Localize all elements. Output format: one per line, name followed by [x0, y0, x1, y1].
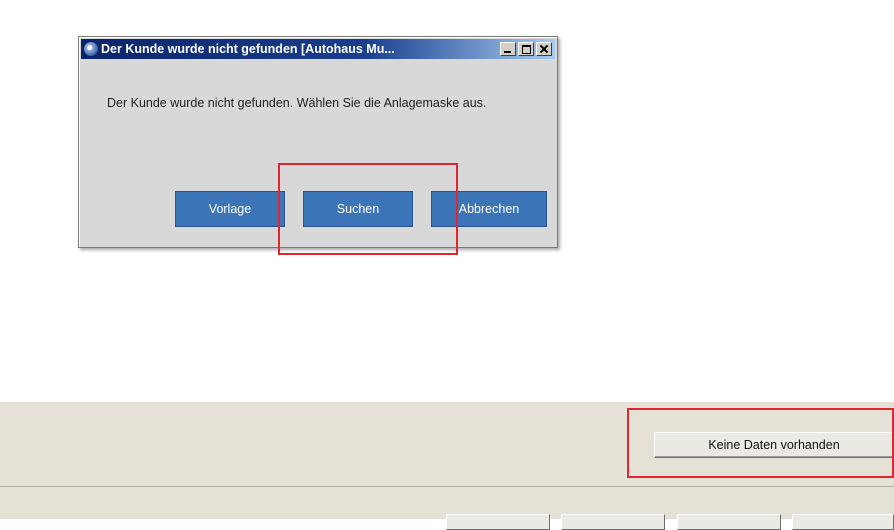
window-controls — [500, 42, 552, 56]
app-icon — [84, 42, 98, 56]
abbrechen-button[interactable]: Abbrechen — [431, 191, 547, 227]
bottom-panel: Keine Daten vorhanden — [0, 402, 894, 530]
footer-button-4[interactable] — [792, 514, 894, 530]
dialog-message: Der Kunde wurde nicht gefunden. Wählen S… — [107, 96, 487, 110]
dialog-titlebar[interactable]: Der Kunde wurde nicht gefunden [Autohaus… — [81, 39, 555, 59]
footer-button-3[interactable] — [677, 514, 781, 530]
dialog-title: Der Kunde wurde nicht gefunden [Autohaus… — [101, 42, 395, 56]
vorlage-button[interactable]: Vorlage — [175, 191, 285, 227]
panel-divider — [0, 486, 894, 487]
minimize-icon[interactable] — [500, 42, 516, 56]
footer-button-2[interactable] — [561, 514, 665, 530]
no-data-button[interactable]: Keine Daten vorhanden — [654, 432, 894, 458]
suchen-button[interactable]: Suchen — [303, 191, 413, 227]
close-icon[interactable] — [536, 42, 552, 56]
customer-not-found-dialog: Der Kunde wurde nicht gefunden [Autohaus… — [78, 36, 558, 248]
footer-button-1[interactable] — [446, 514, 550, 530]
maximize-icon[interactable] — [518, 42, 534, 56]
